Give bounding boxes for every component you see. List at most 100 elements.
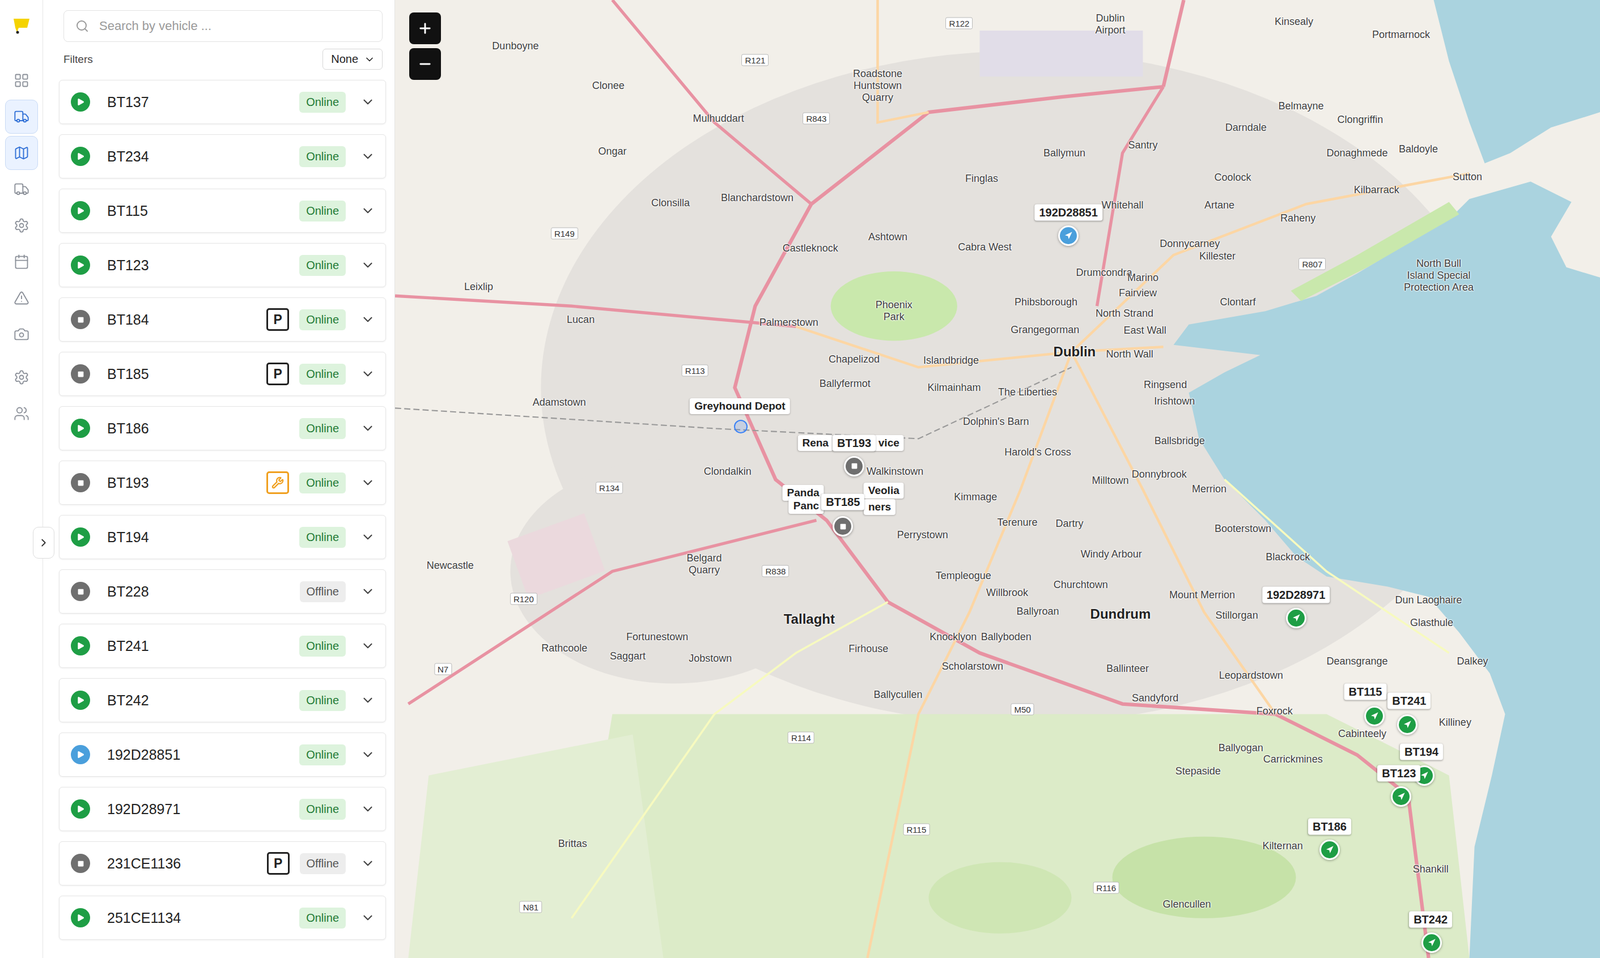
vehicle-row[interactable]: BT228Offline (58, 569, 386, 614)
nav-icon (13, 253, 30, 270)
place-label: Dun Laoghaire (1395, 594, 1463, 607)
expand-button[interactable] (360, 94, 376, 110)
geofence-label[interactable]: Rena (797, 435, 833, 452)
vehicle-row[interactable]: BT194Online (58, 515, 386, 560)
place-label: Kilternan (1262, 840, 1304, 853)
map[interactable]: DunboyneCloneeMulhuddartOngarBlanchardst… (395, 0, 1600, 958)
collapse-button[interactable] (32, 527, 55, 559)
expand-button[interactable] (360, 801, 376, 817)
nav-button[interactable] (5, 99, 38, 134)
place-label: Ongar (597, 145, 627, 157)
expand-button[interactable] (360, 910, 376, 926)
zoom-out-button[interactable] (409, 48, 441, 80)
stop-icon (77, 479, 85, 487)
vehicle-row[interactable]: 251CE1134Online (58, 896, 386, 941)
vehicle-row[interactable]: 192D28851Online (58, 732, 386, 778)
pin-label[interactable]: BT194 (1399, 744, 1444, 761)
pin-label[interactable]: BT242 (1408, 911, 1453, 928)
geofence-label[interactable]: ners (863, 499, 896, 516)
nav-button[interactable] (5, 136, 38, 171)
geofence-label[interactable]: Panc (788, 498, 824, 515)
expand-button[interactable] (360, 475, 376, 491)
place-label: Killester (1199, 250, 1236, 263)
place-label: Ringsend (1143, 379, 1187, 392)
nav-button[interactable] (5, 172, 38, 207)
vehicle-pin[interactable] (843, 456, 865, 477)
vehicle-row[interactable]: BT242Online (58, 678, 386, 723)
play-icon (75, 97, 86, 107)
vehicle-row[interactable]: BT234Online (58, 134, 386, 179)
pin-label[interactable]: BT241 (1387, 693, 1431, 710)
geofence-marker[interactable] (733, 419, 748, 434)
expand-button[interactable] (360, 584, 376, 600)
pin-label[interactable]: 192D28971 (1262, 586, 1330, 604)
zoom-in-button[interactable] (409, 12, 441, 45)
expand-button[interactable] (360, 203, 376, 219)
vehicle-row[interactable]: BT193Online (58, 460, 386, 505)
vehicle-row[interactable]: 231CE1136POffline (58, 841, 386, 886)
vehicle-row[interactable]: BT186Online (58, 406, 386, 451)
parked-badge: P (266, 852, 290, 876)
expand-button[interactable] (360, 366, 376, 382)
vehicle-row[interactable]: BT137Online (58, 79, 386, 125)
chevron-down-icon (360, 94, 376, 110)
pin-label[interactable]: BT123 (1377, 765, 1421, 783)
nav-button[interactable] (5, 281, 38, 316)
pin-label[interactable]: 192D28851 (1034, 204, 1102, 221)
geofence-label[interactable]: vice (873, 435, 905, 452)
expand-button[interactable] (360, 856, 376, 872)
nav-button[interactable] (5, 244, 38, 279)
filter-dropdown[interactable]: None (322, 48, 383, 70)
nav-icon (13, 145, 30, 161)
vehicle-row[interactable]: BT241Online (58, 624, 386, 669)
vehicle-pin[interactable] (1421, 932, 1442, 954)
moving-status-icon (70, 799, 91, 819)
vehicle-pin[interactable] (832, 516, 853, 537)
vehicle-pin[interactable] (1364, 706, 1385, 727)
nav-button[interactable] (5, 317, 38, 352)
pin-label[interactable]: BT186 (1308, 818, 1352, 835)
expand-button[interactable] (360, 421, 376, 436)
expand-button[interactable] (360, 638, 376, 654)
vehicle-pin[interactable] (1286, 608, 1307, 629)
geofence-label[interactable]: Veolia (863, 482, 905, 499)
place-label: North Strand (1095, 307, 1154, 320)
search-input[interactable] (98, 18, 371, 35)
place-label: East Wall (1123, 324, 1166, 337)
expand-button[interactable] (360, 693, 376, 708)
vehicle-row[interactable]: BT123Online (58, 243, 386, 288)
vehicle-pin[interactable] (1390, 786, 1412, 808)
expand-button[interactable] (360, 257, 376, 273)
expand-button[interactable] (360, 747, 376, 763)
place-label: Churchtown (1053, 579, 1109, 592)
place-label: Fairview (1118, 287, 1157, 300)
vehicle-pin[interactable] (1058, 225, 1079, 246)
expand-button[interactable] (360, 149, 376, 164)
vehicle-row[interactable]: BT185POnline (58, 351, 386, 397)
play-icon (75, 913, 86, 923)
place-label: Templeogue (935, 569, 992, 582)
geofence-label[interactable]: Greyhound Depot (689, 398, 790, 415)
nav-button[interactable] (5, 360, 38, 395)
expand-button[interactable] (360, 312, 376, 328)
pin-label[interactable]: BT115 (1343, 683, 1387, 700)
place-label: Deansgrange (1326, 655, 1389, 668)
vehicle-row[interactable]: BT115Online (58, 188, 386, 233)
vehicle-row[interactable]: BT184POnline (58, 297, 386, 342)
chevron-down-icon (360, 312, 376, 328)
logo[interactable] (9, 12, 35, 38)
pin-label[interactable]: BT185 (821, 494, 865, 511)
place-label: Scholarstown (941, 660, 1004, 673)
vehicle-name: 251CE1134 (107, 910, 300, 927)
vehicle-pin[interactable] (1319, 839, 1340, 861)
nav-button[interactable] (5, 63, 38, 98)
place-label: Roadstone Huntstown Quarry (846, 68, 910, 104)
road-shield: R115 (903, 824, 931, 836)
search-box (63, 10, 383, 42)
expand-button[interactable] (360, 529, 376, 545)
pin-label[interactable]: BT193 (832, 434, 876, 452)
vehicle-pin[interactable] (1397, 714, 1418, 736)
nav-button[interactable] (5, 396, 38, 431)
nav-button[interactable] (5, 208, 38, 243)
vehicle-row[interactable]: 192D28971Online (58, 787, 386, 832)
